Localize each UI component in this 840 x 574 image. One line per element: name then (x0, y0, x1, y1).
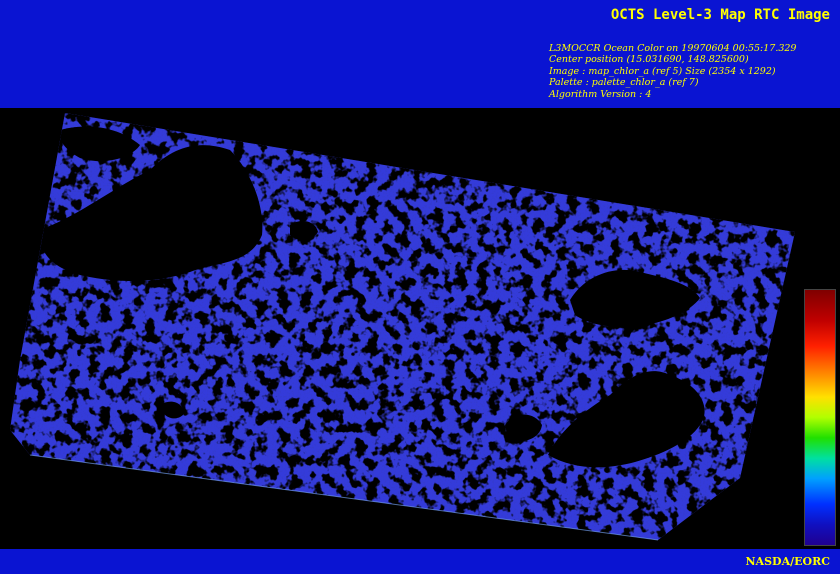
color-scale-bar (804, 289, 836, 546)
metadata-line-center: Center position (15.031690, 148.825600) (549, 54, 749, 66)
header-banner: OCTS Level-3 Map RTC Image L3MOCCR Ocean… (0, 0, 840, 108)
metadata-line-algorithm: Algorithm Version : 4 (549, 88, 652, 100)
metadata-line-product: L3MOCCR Ocean Color on 19970604 00:55:17… (549, 43, 797, 54)
credit-label: NASDA/EORC (745, 555, 831, 568)
metadata-line-palette: Palette : palette_chlor_a (ref 7) (549, 77, 699, 89)
image-title: OCTS Level-3 Map RTC Image (610, 7, 830, 23)
metadata-block: L3MOCCR Ocean Color on 19970604 00:55:17… (549, 43, 796, 100)
metadata-line-image: Image : map_chlor_a (ref 5) Size (2354 x… (549, 65, 776, 77)
satellite-map-image (10, 113, 795, 541)
footer-banner: NASDA/EORC (0, 549, 840, 574)
cloud-gaps (10, 113, 795, 540)
